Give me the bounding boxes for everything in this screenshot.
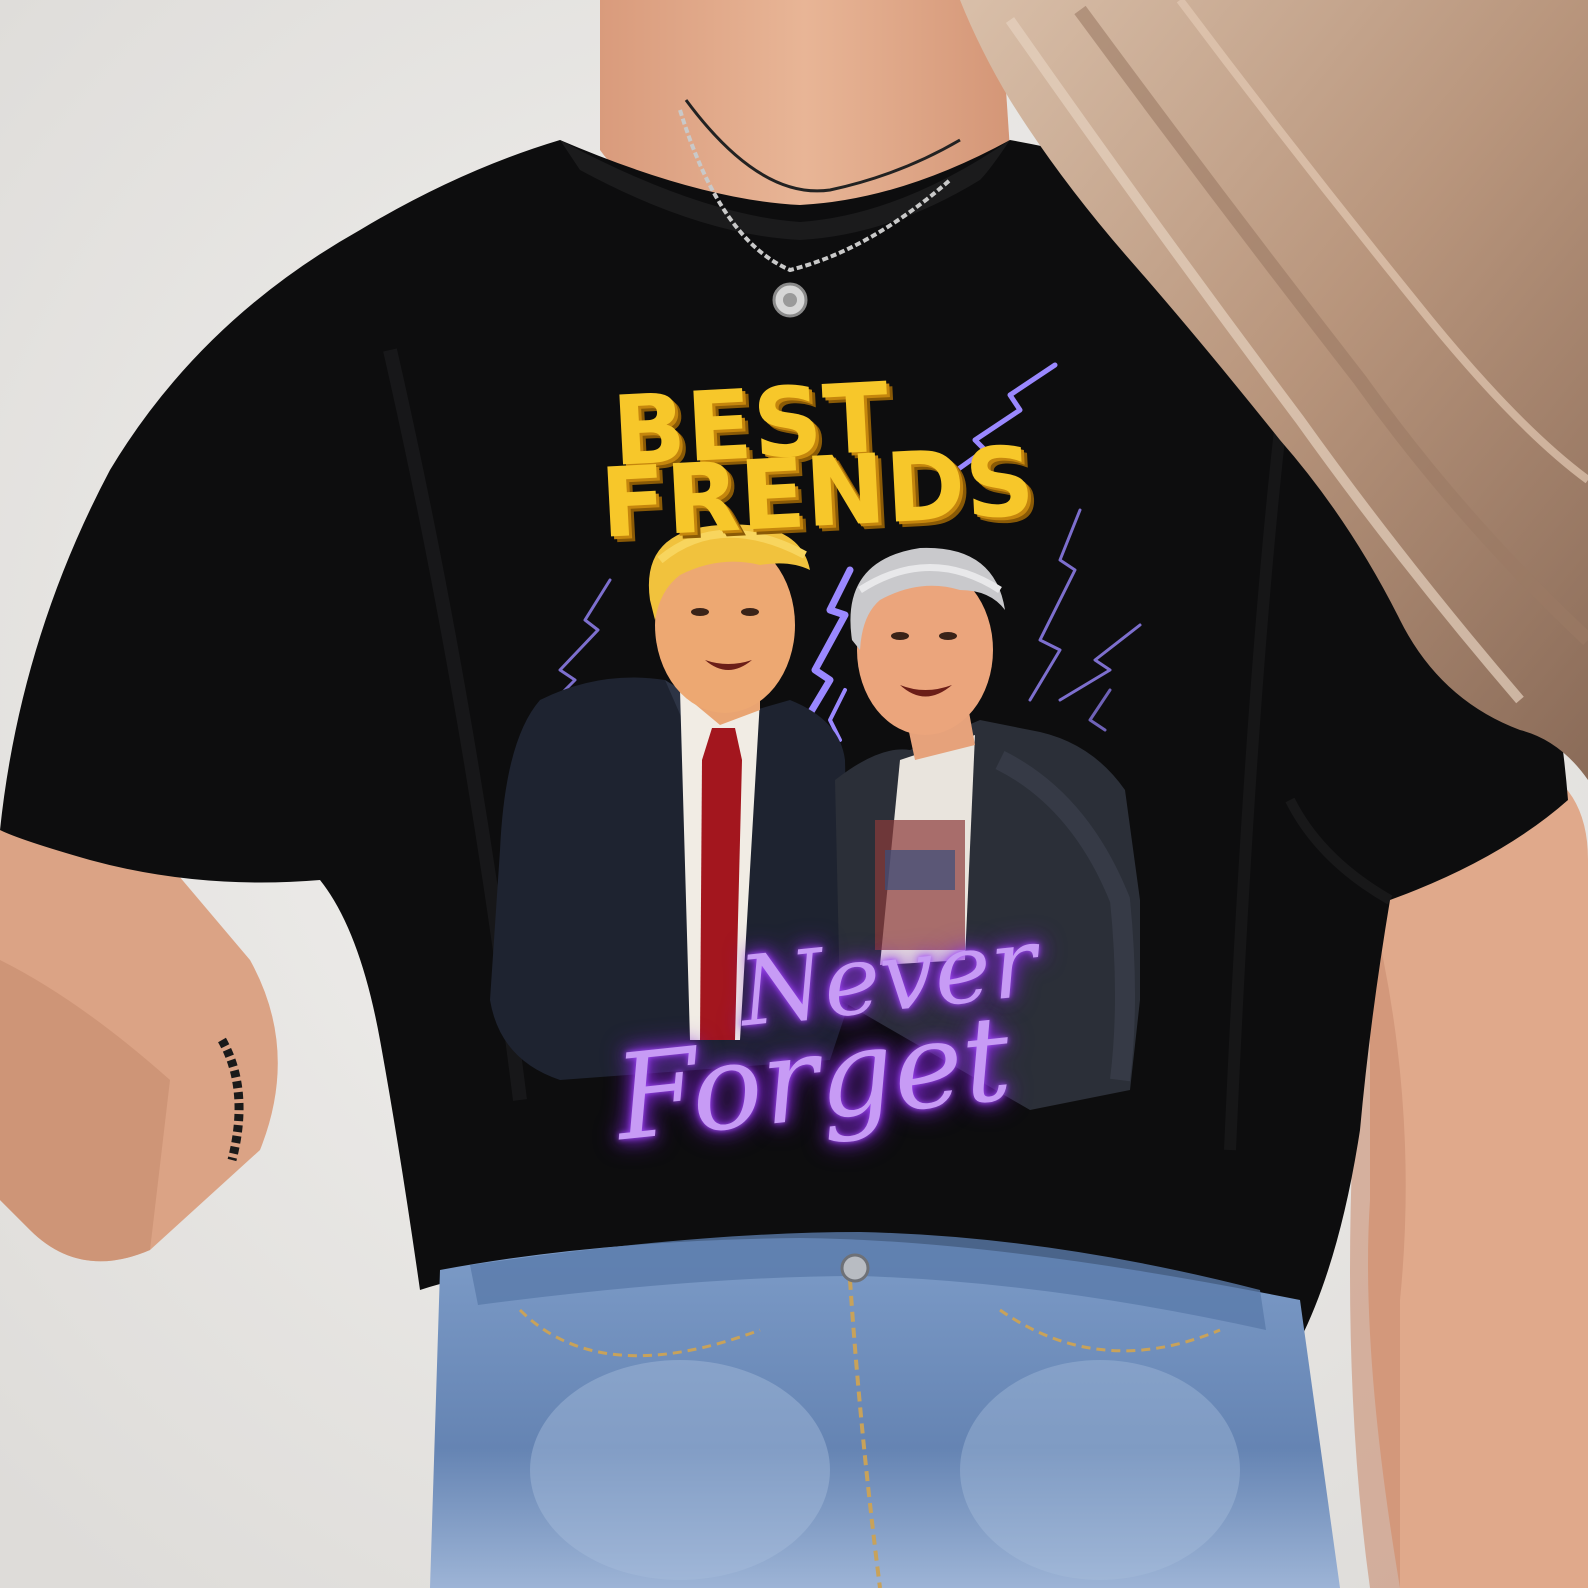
left-figure-suit [490,677,850,1080]
denim-fade [960,1360,1240,1580]
jeans-button [840,1253,870,1283]
photo-scene [0,0,1588,1588]
denim-fade [530,1360,830,1580]
left-figure-tie [700,728,742,1040]
